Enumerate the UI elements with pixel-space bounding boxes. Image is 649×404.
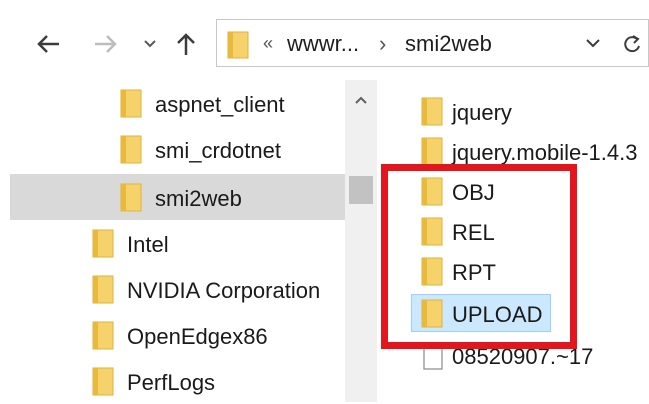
address-separator[interactable]: › [379, 31, 386, 57]
navigation-scrollbar[interactable] [345, 80, 377, 402]
scroll-up-button[interactable] [354, 92, 368, 110]
address-segment-wwwr[interactable]: wwwr... [287, 31, 359, 57]
folder-icon [120, 135, 142, 164]
address-segment-smi2web[interactable]: smi2web [405, 31, 492, 57]
scrollbar-thumb[interactable] [349, 176, 373, 204]
recent-locations-button[interactable] [138, 26, 162, 62]
tree-item-label: smi_crdotnet [155, 138, 281, 163]
up-button[interactable] [170, 26, 202, 62]
address-bar[interactable]: « wwwr... › smi2web [216, 19, 616, 67]
chevron-down-icon [586, 39, 600, 48]
forward-button[interactable] [88, 26, 124, 62]
chevron-down-icon [144, 40, 156, 48]
address-dropdown-button[interactable] [585, 36, 601, 54]
folder-icon [227, 31, 249, 59]
tree-item-label: aspnet_client [155, 92, 285, 117]
back-button[interactable] [30, 26, 66, 62]
file-item-jquery[interactable]: jquery [411, 92, 649, 130]
refresh-button[interactable] [614, 19, 649, 67]
folder-icon [92, 275, 114, 304]
tree-item-aspnet-client[interactable]: aspnet_client [0, 80, 345, 126]
arrow-right-icon [95, 35, 117, 53]
folder-icon [120, 183, 142, 212]
tree-item-perflogs[interactable]: PerfLogs [0, 358, 345, 404]
tree-item-label: Intel [127, 232, 169, 257]
tree-item-label: PerfLogs [127, 370, 216, 395]
folder-icon [120, 89, 142, 118]
folder-icon [92, 229, 114, 258]
address-overflow[interactable]: « [263, 33, 273, 54]
tree-item-smi2web[interactable]: smi2web [10, 174, 345, 220]
tree-item-label: NVIDIA Corporation [127, 278, 321, 303]
file-item-label: jquery [452, 100, 512, 125]
tree-item-intel[interactable]: Intel [0, 220, 345, 266]
folder-icon [421, 97, 443, 126]
tree-item-label: OpenEdgex86 [127, 324, 268, 349]
tree-item-label: smi2web [155, 186, 242, 211]
file-item-label: jquery.mobile-1.4.3 [452, 140, 638, 165]
arrow-up-icon [177, 33, 195, 55]
folder-icon [92, 367, 114, 396]
highlight-box [381, 164, 577, 349]
folder-icon [421, 137, 443, 166]
arrow-left-icon [37, 35, 59, 53]
refresh-icon [624, 35, 640, 53]
tree-item-openedgex86[interactable]: OpenEdgex86 [0, 312, 345, 358]
folder-icon [92, 321, 114, 350]
tree-item-nvidia-corporation[interactable]: NVIDIA Corporation [0, 266, 345, 312]
chevron-up-icon [355, 96, 367, 104]
tree-item-smi-crdotnet[interactable]: smi_crdotnet [0, 126, 345, 172]
